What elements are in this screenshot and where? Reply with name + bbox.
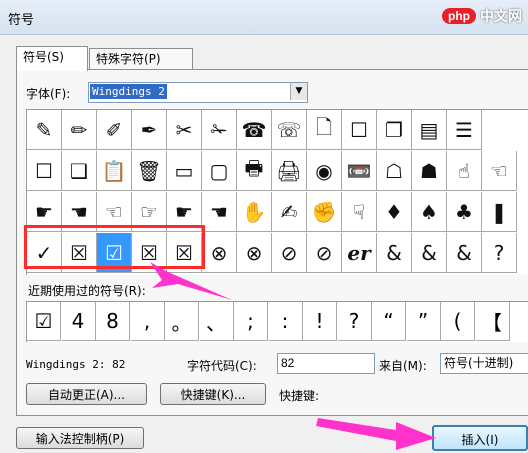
symbol-cell[interactable]: ♦: [377, 192, 412, 232]
title-bar: 符号 php 中文网: [0, 0, 528, 35]
symbol-cell[interactable]: ☰: [447, 110, 482, 150]
font-code-info: Wingdings 2: 82: [26, 358, 126, 371]
symbol-cell[interactable]: ❐: [377, 110, 412, 150]
recent-symbol-cell[interactable]: ;: [234, 302, 268, 341]
symbol-cell[interactable]: ☏: [272, 110, 307, 150]
tab-symbols[interactable]: 符号(S): [16, 46, 88, 71]
symbol-cell[interactable]: ▭: [167, 151, 202, 191]
char-code-label: 字符代码(C):: [187, 359, 257, 373]
symbol-cell[interactable]: ✍: [272, 192, 307, 232]
recent-symbol-cell[interactable]: :: [268, 302, 303, 341]
insert-button[interactable]: 插入(I): [432, 425, 528, 451]
annotation-highlight-box: [24, 225, 205, 269]
symbol-cell[interactable]: ☐: [342, 110, 377, 150]
symbol-cell[interactable]: ☚: [202, 192, 237, 232]
symbol-cell[interactable]: ☐: [27, 151, 62, 191]
recent-symbol-cell[interactable]: 8: [96, 302, 130, 341]
annotation-arrow-bottom: [316, 418, 436, 450]
symbol-cell[interactable]: ⊗: [202, 233, 237, 273]
symbol-cell[interactable]: ⊘: [307, 233, 342, 273]
from-dropdown[interactable]: 符号(十进制): [440, 353, 528, 374]
symbol-cell[interactable]: 📋: [97, 151, 132, 191]
recent-symbol-cell[interactable]: ,: [130, 302, 165, 341]
recent-symbol-cell[interactable]: 。: [165, 302, 199, 341]
symbol-cell[interactable]: ✎: [27, 110, 62, 150]
from-label: 来自(M):: [379, 359, 427, 373]
symbol-cell[interactable]: &: [377, 233, 412, 273]
watermark: php 中文网: [442, 6, 522, 26]
recent-symbols-grid: ☑ 4 8,。、;:!? “”(【: [26, 301, 528, 342]
symbol-cell[interactable]: ⊘: [272, 233, 307, 273]
symbol-cell[interactable]: 🗋: [307, 110, 342, 150]
font-dropdown-value: Wingdings 2: [90, 84, 167, 99]
symbol-cell[interactable]: ?: [482, 233, 517, 273]
symbol-cell[interactable]: ✐: [97, 110, 132, 150]
recent-symbol-cell[interactable]: !: [303, 302, 337, 341]
symbol-cell[interactable]: ☎: [237, 110, 272, 150]
recent-symbol-cell[interactable]: 、: [199, 302, 234, 341]
watermark-text: 中文网: [480, 9, 522, 25]
symbol-cell[interactable]: ✁: [202, 110, 237, 150]
autocorrect-button[interactable]: 自动更正(A)...: [26, 383, 147, 405]
symbol-cell[interactable]: 🖶: [237, 151, 272, 191]
symbol-cell[interactable]: er: [342, 233, 377, 273]
symbol-cell[interactable]: ✋: [237, 192, 272, 232]
recent-symbols-label: 近期使用过的符号(R):: [28, 284, 146, 298]
symbol-cell[interactable]: &: [412, 233, 447, 273]
symbol-cell[interactable]: ☟: [342, 192, 377, 232]
recent-symbol-cell[interactable]: ☑: [27, 302, 61, 341]
symbol-cell[interactable]: ✏: [62, 110, 97, 150]
symbol-cell[interactable]: ♠: [412, 192, 447, 232]
symbol-cell[interactable]: ☖: [377, 151, 412, 191]
dialog-title: 符号: [8, 13, 35, 28]
symbol-cell[interactable]: ◉: [307, 151, 342, 191]
recent-symbol-cell[interactable]: ”: [406, 302, 441, 341]
tab-special-characters[interactable]: 特殊字符(P): [89, 48, 193, 70]
symbol-cell[interactable]: &: [447, 233, 482, 273]
recent-symbol-cell[interactable]: 4: [61, 302, 96, 341]
recent-symbol-cell[interactable]: 【: [475, 302, 510, 341]
symbol-cell[interactable]: ⊗: [237, 233, 272, 273]
font-dropdown[interactable]: Wingdings 2 ▼: [88, 82, 308, 103]
symbol-cell[interactable]: 🖨: [272, 151, 307, 191]
recent-symbol-cell[interactable]: ?: [337, 302, 372, 341]
recent-symbol-cell[interactable]: “: [372, 302, 406, 341]
shortcut-key-label: 快捷键:: [279, 389, 320, 403]
symbol-cell[interactable]: 🗑: [132, 151, 167, 191]
symbol-cell[interactable]: ☜: [482, 151, 517, 191]
symbol-cell[interactable]: ✂: [167, 110, 202, 150]
symbol-cell[interactable]: ▤: [412, 110, 447, 150]
symbol-cell[interactable]: ✊: [307, 192, 342, 232]
symbol-cell[interactable]: ☗: [412, 151, 447, 191]
char-code-input[interactable]: 82: [277, 353, 375, 374]
ime-control-button[interactable]: 输入法控制柄(P): [16, 427, 144, 449]
symbol-cell[interactable]: ☝: [447, 151, 482, 191]
symbol-cell[interactable]: ❚: [482, 192, 517, 232]
watermark-logo: php: [442, 8, 476, 24]
recent-symbol-cell[interactable]: (: [441, 302, 475, 341]
dropdown-arrow-icon[interactable]: ▼: [290, 83, 307, 100]
font-label: 字体(F):: [26, 87, 71, 101]
shortcut-key-button[interactable]: 快捷键(K)...: [160, 383, 266, 405]
symbol-cell[interactable]: ❑: [62, 151, 97, 191]
symbol-cell[interactable]: 📼: [342, 151, 377, 191]
symbol-cell[interactable]: ✒: [132, 110, 167, 150]
symbol-cell[interactable]: ▢: [202, 151, 237, 191]
symbol-cell[interactable]: ♣: [447, 192, 482, 232]
